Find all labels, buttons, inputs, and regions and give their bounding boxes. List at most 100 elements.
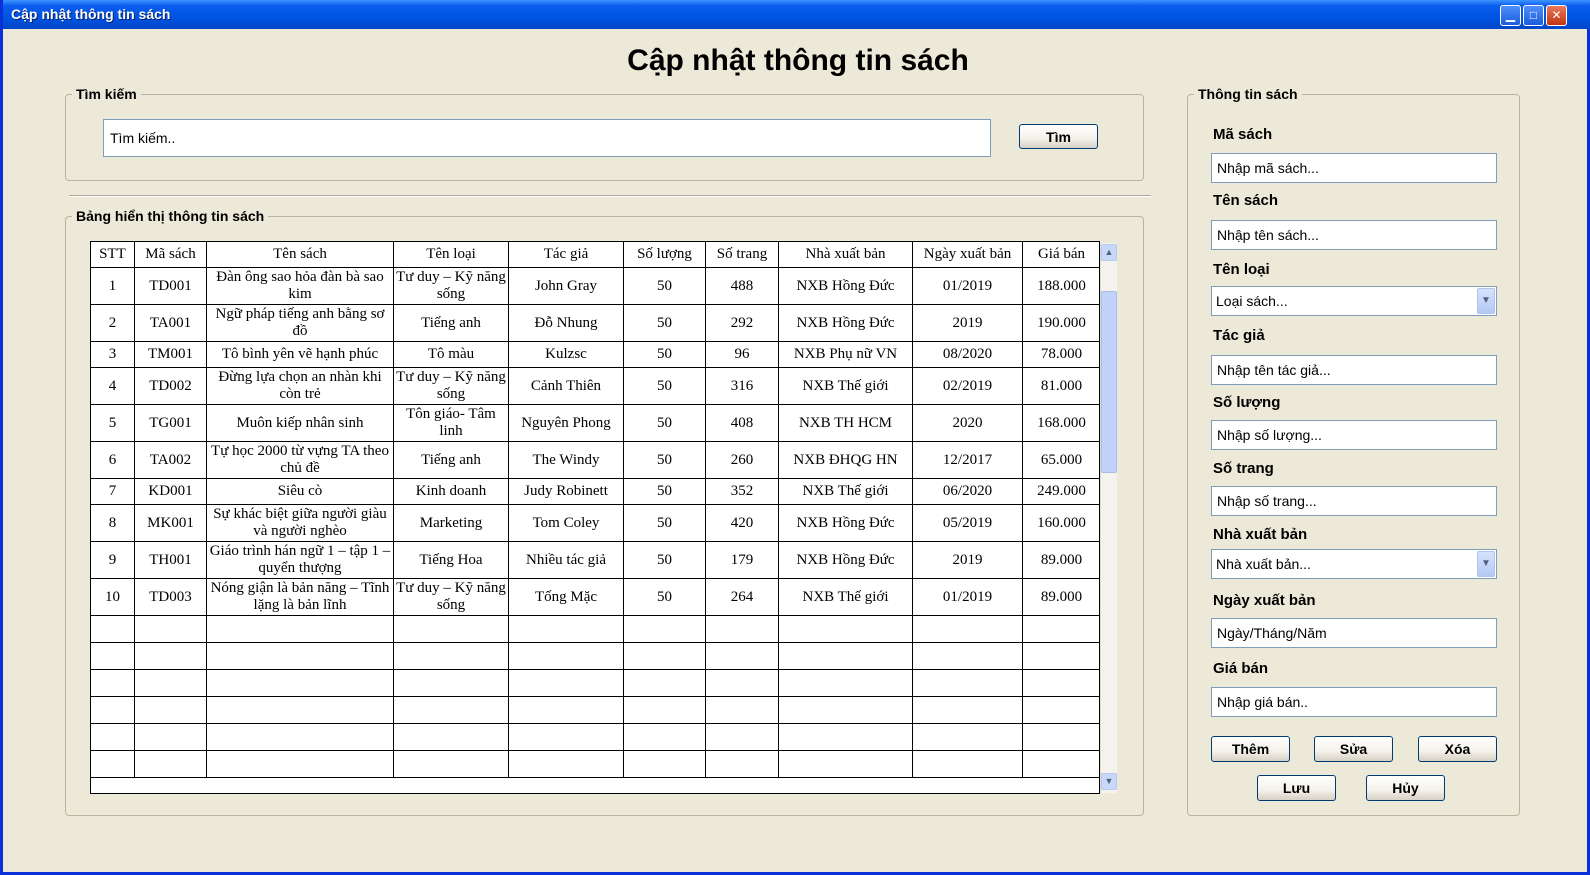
table-cell[interactable]: NXB TH HCM — [778, 404, 913, 442]
table-cell[interactable]: Ngữ pháp tiếng anh bằng sơ đồ — [206, 304, 394, 342]
table-cell[interactable]: Tom Coley — [508, 504, 624, 542]
table-cell[interactable]: Tiếng anh — [393, 304, 509, 342]
table-cell[interactable]: 188.000 — [1022, 267, 1099, 305]
table-cell[interactable]: TD003 — [134, 578, 207, 616]
table-cell[interactable] — [1022, 642, 1099, 670]
table-cell[interactable] — [705, 723, 779, 751]
add-button[interactable]: Thêm — [1211, 736, 1290, 762]
column-header[interactable]: Tác giả — [508, 242, 624, 268]
table-cell[interactable] — [393, 615, 509, 643]
table-cell[interactable] — [134, 615, 207, 643]
table-cell[interactable] — [91, 615, 135, 643]
table-cell[interactable]: 292 — [705, 304, 779, 342]
table-cell[interactable] — [778, 642, 913, 670]
table-cell[interactable]: NXB Phụ nữ VN — [778, 341, 913, 368]
column-header[interactable]: Ngày xuất bản — [912, 242, 1023, 268]
table-cell[interactable]: TA002 — [134, 441, 207, 479]
table-scrollbar[interactable]: ▲ ▼ — [1100, 243, 1117, 793]
table-cell[interactable]: 1 — [91, 267, 135, 305]
table-cell[interactable]: Nguyên Phong — [508, 404, 624, 442]
table-cell[interactable]: 01/2019 — [912, 578, 1023, 616]
table-cell[interactable]: Tô màu — [393, 341, 509, 368]
table-cell[interactable]: 89.000 — [1022, 578, 1099, 616]
table-cell[interactable]: 50 — [623, 504, 706, 542]
table-cell[interactable] — [778, 723, 913, 751]
table-cell[interactable] — [206, 642, 394, 670]
table-cell[interactable]: 4 — [91, 367, 135, 405]
scroll-down-button[interactable]: ▼ — [1101, 773, 1117, 790]
table-cell[interactable]: Tư duy – Kỹ năng sống — [393, 367, 509, 405]
table-cell[interactable]: TA001 — [134, 304, 207, 342]
table-cell[interactable]: 50 — [623, 578, 706, 616]
table-row[interactable]: 10 TD003 Nóng giận là bản năng – Tĩnh lặng… — [91, 578, 1099, 616]
so-trang-input[interactable] — [1211, 486, 1497, 516]
table-cell[interactable]: NXB Hồng Đức — [778, 541, 913, 579]
table-cell[interactable]: Tư duy – Kỹ năng sống — [393, 267, 509, 305]
table-cell[interactable] — [134, 723, 207, 751]
table-cell[interactable] — [778, 750, 913, 778]
table-cell[interactable] — [705, 696, 779, 724]
table-cell[interactable] — [134, 750, 207, 778]
table-cell[interactable]: 06/2020 — [912, 478, 1023, 505]
table-cell[interactable] — [623, 723, 706, 751]
table-cell[interactable] — [91, 750, 135, 778]
tac-gia-input[interactable] — [1211, 355, 1497, 385]
table-cell[interactable]: Tư duy – Kỹ năng sống — [393, 578, 509, 616]
table-cell[interactable] — [206, 615, 394, 643]
table-cell[interactable] — [508, 723, 624, 751]
table-row[interactable]: 5 TG001 Muôn kiếp nhân sinh Tôn giáo- Tâm l… — [91, 404, 1099, 442]
table-cell[interactable] — [623, 750, 706, 778]
table-cell[interactable] — [623, 642, 706, 670]
column-header[interactable]: Tên loại — [393, 242, 509, 268]
table-cell[interactable]: 168.000 — [1022, 404, 1099, 442]
table-cell[interactable] — [623, 696, 706, 724]
table-cell[interactable] — [1022, 750, 1099, 778]
table-cell[interactable]: 65.000 — [1022, 441, 1099, 479]
chevron-down-icon[interactable]: ▼ — [1477, 551, 1495, 577]
search-button[interactable]: Tìm — [1019, 124, 1098, 149]
table-cell[interactable]: 2019 — [912, 541, 1023, 579]
table-cell[interactable] — [91, 669, 135, 697]
table-cell[interactable]: NXB Hồng Đức — [778, 267, 913, 305]
ngay-xuat-ban-input[interactable] — [1211, 618, 1497, 648]
table-cell[interactable] — [508, 669, 624, 697]
table-cell[interactable]: 96 — [705, 341, 779, 368]
table-cell[interactable] — [1022, 723, 1099, 751]
table-cell[interactable]: 89.000 — [1022, 541, 1099, 579]
table-cell[interactable] — [393, 750, 509, 778]
table-cell[interactable] — [91, 642, 135, 670]
table-cell[interactable]: Đàn ông sao hỏa đàn bà sao kim — [206, 267, 394, 305]
table-cell[interactable]: 10 — [91, 578, 135, 616]
table-cell[interactable]: Tự học 2000 từ vựng TA theo chủ đề — [206, 441, 394, 479]
table-cell[interactable]: Cảnh Thiên — [508, 367, 624, 405]
ma-sach-input[interactable] — [1211, 153, 1497, 183]
close-button[interactable]: ✕ — [1546, 5, 1567, 26]
table-cell[interactable] — [705, 669, 779, 697]
table-cell[interactable] — [912, 750, 1023, 778]
table-cell[interactable] — [705, 750, 779, 778]
table-row[interactable]: 8 MK001 Sự khác biệt giữa người giàu và ng… — [91, 504, 1099, 542]
table-cell[interactable]: 81.000 — [1022, 367, 1099, 405]
table-cell[interactable]: 488 — [705, 267, 779, 305]
table-cell[interactable] — [91, 723, 135, 751]
so-luong-input[interactable] — [1211, 420, 1497, 450]
table-cell[interactable]: 2 — [91, 304, 135, 342]
scroll-thumb[interactable] — [1101, 291, 1117, 473]
column-header[interactable]: Tên sách — [206, 242, 394, 268]
table-cell[interactable]: Judy Robinett — [508, 478, 624, 505]
table-cell[interactable] — [508, 750, 624, 778]
table-cell[interactable]: 50 — [623, 478, 706, 505]
table-cell[interactable]: 160.000 — [1022, 504, 1099, 542]
table-cell[interactable]: 420 — [705, 504, 779, 542]
table-cell[interactable]: The Windy — [508, 441, 624, 479]
table-cell[interactable]: Tôn giáo- Tâm linh — [393, 404, 509, 442]
table-cell[interactable] — [393, 642, 509, 670]
table-cell[interactable] — [1022, 696, 1099, 724]
table-row[interactable]: 2 TA001 Ngữ pháp tiếng anh bằng sơ đồ Tiếng… — [91, 304, 1099, 342]
table-cell[interactable]: Tô bình yên vẽ hạnh phúc — [206, 341, 394, 368]
cancel-button[interactable]: Hủy — [1366, 775, 1445, 801]
empty-table-row[interactable] — [91, 723, 1099, 751]
table-cell[interactable] — [508, 615, 624, 643]
table-cell[interactable]: 78.000 — [1022, 341, 1099, 368]
table-row[interactable]: 7 KD001 Siêu cò Kinh doanh Judy Robinett 50 35… — [91, 478, 1099, 505]
